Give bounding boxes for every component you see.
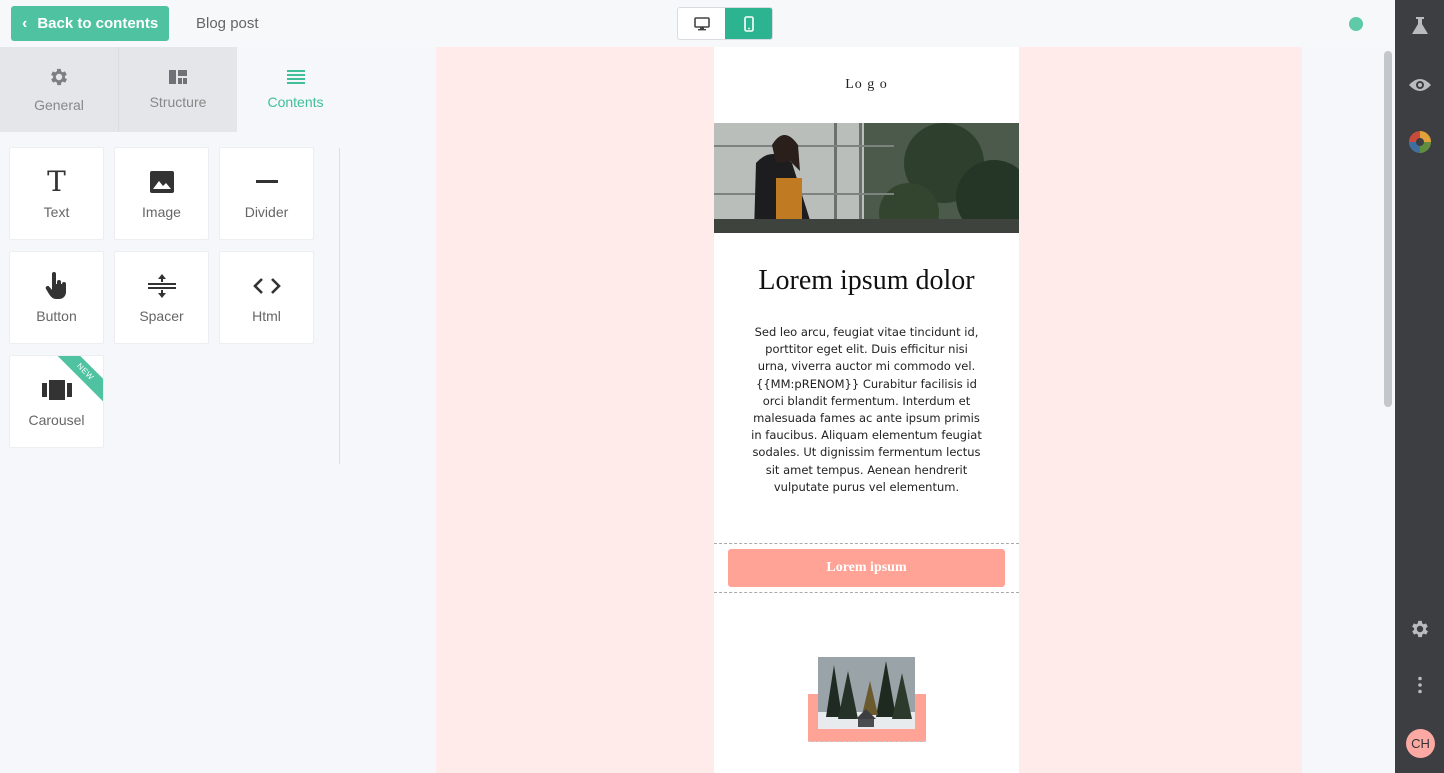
tab-structure[interactable]: Structure <box>118 47 237 132</box>
email-preview: Lo g o Lorem ipsum dolor Sed leo arcu, f… <box>714 47 1019 773</box>
block-spacer[interactable]: Spacer <box>114 251 209 344</box>
tab-general[interactable]: General <box>0 47 118 132</box>
secondary-image-block <box>808 657 926 742</box>
block-html-label: Html <box>252 307 281 324</box>
tab-general-label: General <box>34 97 84 113</box>
block-carousel[interactable]: NEW Carousel <box>9 355 104 448</box>
block-image-label: Image <box>142 203 181 220</box>
left-panel: General Structure Contents T Text Image … <box>0 47 354 773</box>
divider-icon <box>255 168 278 196</box>
chevron-left-icon: ‹ <box>22 14 28 32</box>
back-to-contents-button[interactable]: ‹ Back to contents <box>11 6 169 41</box>
hero-image[interactable] <box>714 123 1019 233</box>
canvas-scrollbar[interactable] <box>1381 47 1395 773</box>
layout-icon <box>169 70 187 84</box>
desktop-view-button[interactable] <box>678 8 725 39</box>
more-options-button[interactable] <box>1395 676 1444 694</box>
email-cta-button[interactable]: Lorem ipsum <box>728 549 1005 587</box>
editor-canvas: Lo g o Lorem ipsum dolor Sed leo arcu, f… <box>354 47 1381 773</box>
tab-contents-label: Contents <box>267 94 324 110</box>
image-icon <box>149 168 175 196</box>
test-button[interactable] <box>1395 16 1444 36</box>
mobile-view-button[interactable] <box>725 8 772 39</box>
block-spacer-label: Spacer <box>139 307 184 324</box>
email-headline[interactable]: Lorem ipsum dolor <box>714 265 1019 297</box>
button-block: Lorem ipsum <box>714 543 1019 593</box>
scrollbar-thumb[interactable] <box>1384 51 1392 407</box>
top-bar: ‹ Back to contents Blog post <box>0 0 1395 47</box>
user-avatar[interactable]: CH <box>1406 729 1435 758</box>
panel-divider <box>339 148 340 464</box>
list-icon <box>286 70 305 84</box>
block-carousel-label: Carousel <box>28 411 85 428</box>
settings-button[interactable] <box>1395 618 1444 640</box>
block-text-label: Text <box>43 203 70 220</box>
email-body-text[interactable]: Sed leo arcu, feugiat vitae tincidunt id… <box>750 324 983 496</box>
block-text[interactable]: T Text <box>9 147 104 240</box>
more-vertical-icon <box>1417 676 1422 694</box>
back-button-label: Back to contents <box>37 15 159 32</box>
code-icon <box>252 272 281 300</box>
block-image[interactable]: Image <box>114 147 209 240</box>
flask-icon <box>1411 17 1428 34</box>
block-button[interactable]: Button <box>9 251 104 344</box>
block-divider-label: Divider <box>244 203 289 220</box>
color-palette-button[interactable] <box>1395 130 1444 154</box>
text-icon: T <box>47 164 66 198</box>
block-divider[interactable]: Divider <box>219 147 314 240</box>
gear-icon <box>51 68 67 86</box>
eye-icon <box>1408 79 1431 91</box>
status-indicator <box>1349 17 1363 31</box>
document-title: Blog post <box>196 15 259 32</box>
preview-button[interactable] <box>1395 77 1444 93</box>
block-button-label: Button <box>36 307 77 324</box>
carousel-icon <box>41 376 72 404</box>
color-wheel-icon <box>1408 131 1431 153</box>
hand-pointer-icon <box>45 271 69 300</box>
block-html[interactable]: Html <box>219 251 314 344</box>
mobile-icon <box>743 15 754 32</box>
right-toolbar <box>1395 0 1444 773</box>
forest-image[interactable] <box>818 657 915 729</box>
device-toggle <box>677 7 773 40</box>
panel-tabs: General Structure Contents <box>0 47 354 132</box>
desktop-icon <box>693 16 710 30</box>
email-logo[interactable]: Lo g o <box>714 77 1019 93</box>
tab-contents[interactable]: Contents <box>237 47 354 132</box>
spacer-icon <box>147 272 176 300</box>
tab-structure-label: Structure <box>149 94 207 110</box>
gear-icon <box>1411 620 1428 638</box>
